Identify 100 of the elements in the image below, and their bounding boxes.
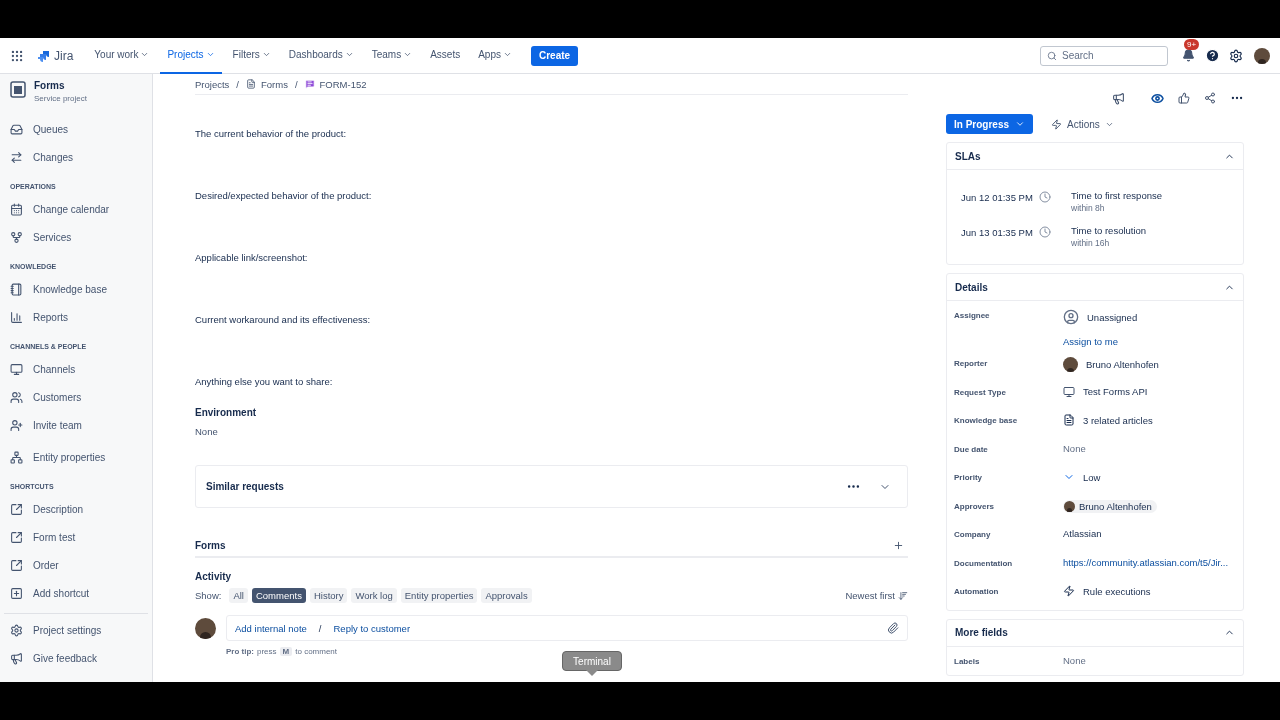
nav-menu[interactable]: Teams: [364, 38, 420, 74]
breadcrumb-link[interactable]: Forms: [245, 78, 288, 90]
field-value: Bruno Altenhofen: [1079, 500, 1152, 512]
sidebar-item[interactable]: Add shortcut: [0, 579, 152, 607]
search-field[interactable]: Search: [1040, 45, 1168, 66]
sidebar-item[interactable]: Order: [0, 551, 152, 579]
field-label: Due date: [954, 443, 989, 454]
filter-tab[interactable]: Entity properties: [400, 588, 478, 603]
notebook-icon: [10, 282, 23, 296]
documentation-link[interactable]: https://community.atlassian.com/t5/Jir...: [1063, 556, 1229, 568]
monitor-icon: [10, 362, 23, 376]
settings-icon: [10, 623, 23, 637]
breadcrumb-link[interactable]: FORM-152: [304, 78, 367, 90]
tip-label: Pro tip:: [226, 647, 254, 656]
product-name: Jira: [54, 48, 74, 63]
user-avatar[interactable]: [1254, 47, 1270, 64]
megaphone-icon[interactable]: [1112, 91, 1125, 105]
field-value: Low: [1083, 471, 1101, 483]
field-label: Documentation: [954, 557, 1014, 568]
sidebar-item[interactable]: Customers: [0, 383, 152, 411]
filter-tab[interactable]: All: [229, 588, 248, 603]
caret-icon: [205, 50, 215, 59]
tooltip-arrow-icon: [586, 670, 598, 676]
monitor-icon: [1063, 385, 1075, 398]
filter-tab[interactable]: History: [309, 588, 348, 603]
sidebar-item[interactable]: Entity properties: [0, 443, 152, 471]
field-label: Reporter: [954, 358, 989, 368]
reply-link[interactable]: Reply to customer: [333, 622, 879, 634]
sidebar-item[interactable]: Change calendar: [0, 195, 152, 223]
filter-label: Show:: [195, 590, 222, 601]
nav-menu[interactable]: Dashboards: [281, 38, 361, 74]
share-icon[interactable]: [1204, 92, 1216, 104]
caret-icon: [403, 50, 413, 59]
field-label: Company: [954, 529, 992, 539]
sidebar-item[interactable]: Reports: [0, 303, 152, 331]
nav-menu[interactable]: Apps: [471, 38, 519, 74]
panel-title: Details: [955, 281, 988, 293]
user-icon: [1063, 309, 1079, 325]
internal-note-link[interactable]: Add internal note: [235, 622, 307, 634]
create-button[interactable]: Create: [531, 45, 579, 66]
sidebar-item[interactable]: Queues: [0, 115, 152, 143]
sidebar-item[interactable]: Project settings: [4, 616, 148, 644]
field-label: Knowledge base: [954, 415, 1019, 425]
sla-name: Time to first response: [1071, 190, 1163, 201]
breadcrumb-separator: /: [236, 78, 239, 90]
caret-icon: [344, 50, 354, 59]
network-icon: [10, 450, 23, 464]
field-value: Unassigned: [1087, 311, 1138, 323]
caret-icon: [503, 50, 512, 59]
caret-icon: [140, 50, 150, 59]
description-label: Anything else you want to share:: [195, 376, 333, 387]
sla-date: Jun 12 01:35 PM: [961, 191, 1033, 203]
project-name: Forms: [34, 80, 66, 91]
thumbs-up-icon[interactable]: [1178, 92, 1190, 104]
sla-limit: within 16h: [1071, 238, 1111, 248]
filter-tab[interactable]: Approvals: [481, 588, 532, 603]
actions-button[interactable]: Actions: [1045, 114, 1120, 134]
panel-title: SLAs: [955, 150, 981, 162]
sidebar-item[interactable]: Description: [0, 495, 152, 523]
comment-box[interactable]: Add internal note / Reply to customer: [226, 615, 908, 641]
attachment-icon[interactable]: [887, 622, 899, 634]
nav-menu[interactable]: Projects: [160, 38, 222, 74]
nav-menu[interactable]: Filters: [225, 38, 278, 74]
project-type: Service project: [34, 94, 87, 103]
sidebar-item[interactable]: Form test: [0, 523, 152, 551]
caret-icon: [1015, 119, 1026, 129]
issue-type-icon: [304, 79, 315, 89]
bell-icon[interactable]: [1181, 49, 1195, 62]
app-switcher-icon[interactable]: [10, 48, 24, 63]
add-icon[interactable]: [893, 539, 904, 551]
assign-link[interactable]: Assign to me: [1063, 336, 1118, 347]
field-value: 3 related articles: [1083, 414, 1153, 426]
arrows-icon: [10, 150, 23, 164]
sla-name: Time to resolution: [1071, 225, 1148, 236]
filter-tab[interactable]: Comments: [251, 588, 306, 603]
sidebar-item[interactable]: Services: [0, 223, 152, 251]
field-value: Test Forms API: [1083, 386, 1148, 397]
search-icon: [1047, 50, 1057, 61]
filter-tab[interactable]: Work log: [351, 588, 397, 603]
avatar: [1064, 500, 1075, 512]
breadcrumb-separator: /: [294, 78, 298, 90]
sort-button[interactable]: Newest first: [845, 590, 908, 601]
watch-icon[interactable]: [1151, 91, 1164, 105]
add-user-icon: [10, 418, 23, 432]
card-title: Similar requests: [206, 481, 285, 492]
nav-menu[interactable]: Assets: [423, 38, 468, 74]
sidebar-item[interactable]: Changes: [0, 143, 152, 171]
sidebar-item[interactable]: Give feedback: [4, 644, 148, 672]
status-button[interactable]: In Progress: [946, 114, 1034, 134]
sidebar-item[interactable]: Knowledge base: [0, 275, 152, 303]
calendar-icon: [10, 202, 23, 216]
sidebar-item[interactable]: Invite team: [0, 411, 152, 439]
field-label: Priority: [954, 472, 983, 482]
field-label: Request Type: [954, 386, 1007, 397]
notification-count: 9+: [1184, 38, 1200, 50]
breadcrumb-link[interactable]: Projects: [195, 78, 230, 90]
add-square-icon: [10, 586, 23, 600]
nav-menu[interactable]: Your work: [87, 38, 157, 74]
clock-icon: [1038, 191, 1051, 203]
sidebar-item[interactable]: Channels: [0, 355, 152, 383]
